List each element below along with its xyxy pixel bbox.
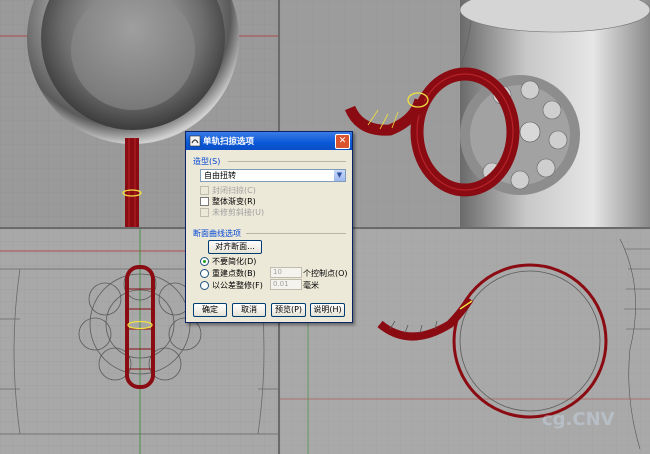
control-points-unit: 个控制点(O) (303, 269, 348, 278)
style-section-divider (228, 161, 346, 162)
sweep1-options-dialog: 单轨扫掠选项 ✕ 造型(S) 自由扭转 ▼ 封闭扫掠(C) 整体渐变(R) 未修… (185, 131, 353, 323)
style-dropdown[interactable]: 自由扭转 ▼ (200, 169, 346, 182)
flower-ornament (460, 75, 580, 195)
rebuild-points-radio[interactable] (200, 269, 209, 278)
sweep-tool-icon (189, 135, 201, 147)
help-button[interactable]: 说明(H) (310, 303, 345, 317)
dialog-title: 单轨扫掠选项 (203, 137, 255, 147)
dialog-titlebar[interactable]: 单轨扫掠选项 ✕ (186, 132, 352, 150)
cancel-button[interactable]: 取消 (232, 303, 266, 317)
closed-sweep-label: 封闭扫掠(C) (212, 186, 256, 195)
watermark: cg.CNV (542, 409, 615, 430)
rebuild-points-input[interactable]: 10 (270, 267, 302, 278)
close-button[interactable]: ✕ (335, 134, 350, 149)
no-simplify-radio[interactable] (200, 257, 209, 266)
overall-fade-label: 整体渐变(R) (212, 197, 256, 206)
closed-sweep-checkbox[interactable] (200, 186, 209, 195)
refit-tolerance-radio[interactable] (200, 281, 209, 290)
no-simplify-label: 不要简化(D) (212, 257, 257, 266)
rebuild-points-label: 重建点数(B) (212, 269, 256, 278)
chevron-down-icon[interactable]: ▼ (334, 170, 345, 181)
untrimmed-miter-label: 未修剪斜接(U) (212, 208, 265, 217)
refit-tolerance-label: 以公差整修(F) (212, 281, 263, 290)
tolerance-unit: 毫米 (303, 281, 319, 290)
ok-button[interactable]: 确定 (193, 303, 227, 317)
tolerance-input[interactable]: 0.01 (270, 279, 302, 290)
curve-section-divider (246, 233, 346, 234)
overall-fade-checkbox[interactable] (200, 197, 209, 206)
align-sections-button[interactable]: 对齐断面... (208, 240, 262, 254)
untrimmed-miter-checkbox[interactable] (200, 208, 209, 217)
style-dropdown-value: 自由扭转 (204, 171, 236, 180)
style-section-label: 造型(S) (193, 157, 221, 166)
preview-button[interactable]: 预览(P) (271, 303, 306, 317)
curve-section-label: 断面曲线选项 (193, 229, 241, 238)
handle-top (125, 138, 139, 227)
